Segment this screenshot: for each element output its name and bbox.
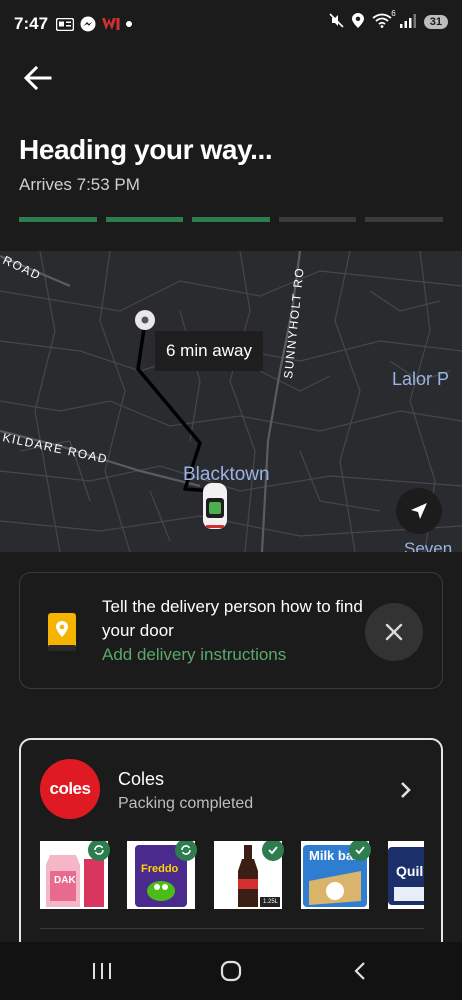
product-label: Freddo bbox=[141, 863, 179, 875]
news-icon bbox=[56, 17, 75, 31]
product-label: Quil bbox=[396, 863, 424, 879]
phone-pin-icon bbox=[48, 613, 76, 656]
chevron-right-icon[interactable] bbox=[399, 780, 413, 805]
wifi-label: 6 bbox=[391, 9, 396, 18]
signal-icon bbox=[399, 13, 416, 31]
back-icon bbox=[354, 962, 365, 980]
arrow-left-icon bbox=[24, 66, 52, 90]
nav-back-button[interactable] bbox=[340, 956, 380, 986]
store-status: Packing completed bbox=[118, 795, 254, 812]
svg-text:KILDARE ROAD: KILDARE ROAD bbox=[1, 430, 109, 466]
page-title: Heading your way... bbox=[19, 134, 273, 165]
coles-logo: coles bbox=[40, 759, 100, 819]
car-icon bbox=[203, 483, 227, 529]
delivery-map[interactable]: ROAD KILDARE ROAD SUNNYHOLT RO Blacktown… bbox=[0, 251, 462, 552]
progress-step bbox=[19, 217, 97, 222]
product-thumbnail: Freddo bbox=[127, 841, 197, 909]
progress-step bbox=[105, 217, 184, 222]
messenger-icon bbox=[80, 16, 96, 32]
dismiss-button[interactable] bbox=[365, 603, 423, 661]
svg-text:Blacktown: Blacktown bbox=[183, 464, 270, 485]
arrival-time: Arrives 7:53 PM bbox=[19, 175, 140, 194]
store-order-card[interactable]: coles Coles Packing completed DAK Freddo… bbox=[19, 738, 443, 968]
svg-text:SUNNYHOLT RO: SUNNYHOLT RO bbox=[281, 266, 307, 379]
product-thumbnail: DAK bbox=[40, 841, 110, 909]
eta-pill: 6 min away bbox=[155, 331, 263, 371]
progress-step bbox=[365, 217, 443, 222]
mute-icon bbox=[329, 13, 344, 31]
divider bbox=[40, 928, 424, 929]
battery-indicator: 31 bbox=[423, 15, 448, 29]
product-thumbnail: 1.25L bbox=[214, 841, 284, 909]
dot-icon bbox=[126, 21, 133, 27]
svg-text:Lalor P: Lalor P bbox=[392, 369, 449, 389]
progress-step bbox=[278, 217, 357, 222]
westpac-icon bbox=[102, 18, 120, 30]
map-streets: ROAD KILDARE ROAD SUNNYHOLT RO Blacktown… bbox=[0, 251, 462, 552]
instructions-prompt: Tell the delivery person how to find you… bbox=[102, 597, 363, 640]
svg-text:ROAD: ROAD bbox=[1, 253, 44, 283]
location-icon bbox=[351, 13, 364, 31]
delivery-progress-bar bbox=[19, 217, 443, 222]
product-label: DAK bbox=[54, 875, 76, 886]
recents-icon bbox=[93, 963, 111, 979]
home-button[interactable] bbox=[211, 956, 251, 986]
svg-text:Seven: Seven bbox=[404, 539, 452, 552]
status-time: 7:47 bbox=[14, 14, 49, 33]
navigation-arrow-icon bbox=[411, 503, 427, 519]
recenter-map-button[interactable] bbox=[396, 488, 442, 534]
system-nav-bar bbox=[0, 942, 462, 1000]
store-name: Coles bbox=[118, 769, 165, 789]
wifi-icon: 6 bbox=[372, 9, 396, 31]
product-thumbnail: Quil bbox=[388, 841, 424, 909]
product-label: 1.25L bbox=[263, 899, 279, 905]
home-icon bbox=[220, 960, 242, 982]
status-bar: 7:47 6 31 bbox=[0, 0, 462, 48]
delivery-instructions-card[interactable]: Tell the delivery person how to find you… bbox=[19, 572, 443, 689]
product-thumbnail: Milk bar bbox=[301, 841, 371, 909]
back-button[interactable] bbox=[24, 60, 64, 96]
recents-button[interactable] bbox=[82, 956, 122, 986]
close-icon bbox=[385, 623, 403, 641]
add-delivery-instructions-link[interactable]: Add delivery instructions bbox=[102, 645, 286, 665]
product-thumbnails: DAK Freddo 1.25L Milk bar Quil bbox=[40, 841, 424, 909]
progress-step bbox=[192, 217, 270, 222]
